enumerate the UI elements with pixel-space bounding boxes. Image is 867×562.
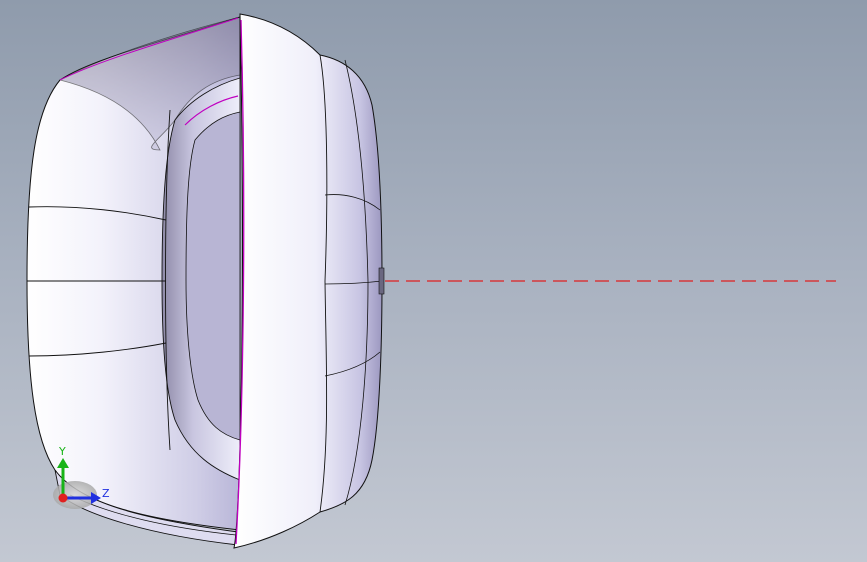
triad-backdrop: [53, 481, 97, 509]
front-flange-surface[interactable]: [233, 13, 383, 549]
3d-model-view[interactable]: Y Z: [0, 0, 867, 562]
z-axis-label: Z: [102, 487, 110, 500]
cad-graphics-viewport[interactable]: Y Z: [0, 0, 867, 562]
y-axis-label: Y: [58, 445, 66, 458]
triad-origin: [58, 493, 68, 503]
flange-center-boss: [378, 267, 385, 295]
